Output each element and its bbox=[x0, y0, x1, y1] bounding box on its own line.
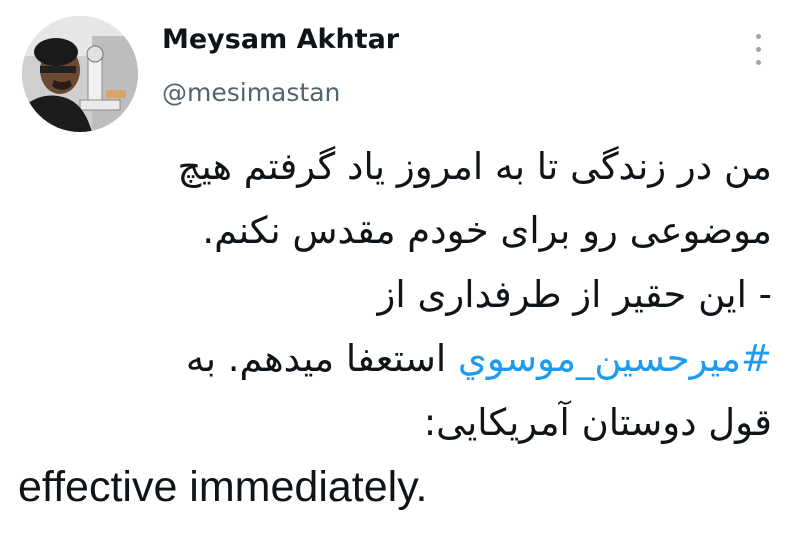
more-dot bbox=[756, 34, 761, 39]
tweet-line: من در زندگی تا به امروز یاد گرفتم هیچ bbox=[177, 145, 772, 188]
profile-photo-icon bbox=[22, 16, 138, 132]
tweet-line: - این حقیر از طرفداری از bbox=[377, 273, 772, 316]
more-dot bbox=[756, 47, 761, 52]
hashtag-link[interactable]: #میرحسین_موسوي bbox=[458, 337, 772, 380]
more-vertical-icon[interactable] bbox=[748, 30, 770, 70]
author-display-name[interactable]: Meysam Akhtar bbox=[162, 24, 399, 55]
tweet-text: من در زندگی تا به امروز یاد گرفتم هیچ مو… bbox=[18, 135, 772, 519]
tweet-line-english: effective immediately. bbox=[18, 463, 428, 511]
tweet-line: موضوعی رو برای خودم مقدس نکنم. bbox=[202, 209, 772, 252]
tweet-line: #میرحسین_موسوي استعفا میدهم. به bbox=[20, 327, 772, 391]
tweet-line-text: استعفا میدهم. به bbox=[185, 337, 458, 380]
author-handle[interactable]: @mesimastan bbox=[162, 78, 340, 107]
more-dot bbox=[756, 60, 761, 65]
tweet-line: قول دوستان آمریکایی: bbox=[423, 401, 772, 444]
tweet-card: Meysam Akhtar @mesimastan من در زندگی تا… bbox=[0, 0, 800, 534]
avatar[interactable] bbox=[22, 16, 138, 132]
